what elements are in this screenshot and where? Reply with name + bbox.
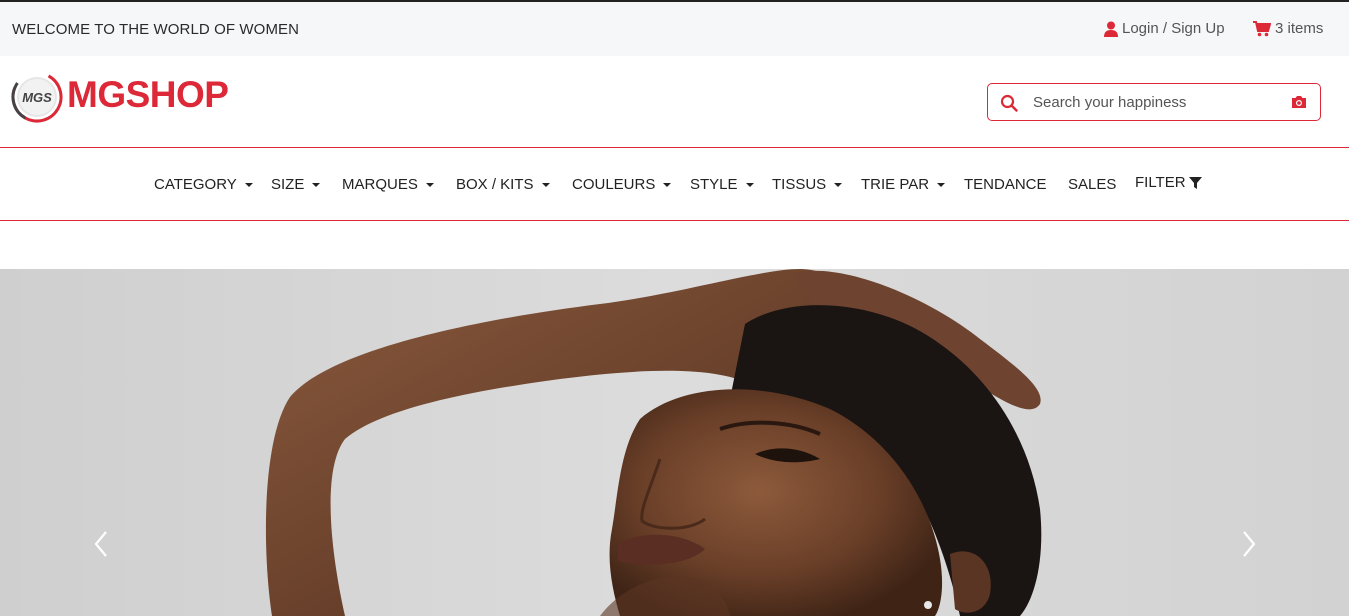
brand-name: MGSHOP xyxy=(67,74,229,115)
caret-down-icon xyxy=(244,183,253,187)
nav-label: SIZE xyxy=(271,176,305,193)
login-label: Login / Sign Up xyxy=(1122,20,1225,37)
search-input[interactable] xyxy=(1033,90,1278,114)
login-link[interactable]: Login / Sign Up xyxy=(1104,20,1225,37)
nav-label: CATEGORY xyxy=(154,176,237,193)
nav-item-style[interactable]: STYLE xyxy=(690,176,754,193)
nav-item-sales[interactable]: SALES xyxy=(1068,176,1116,193)
nav-label: TRIE PAR xyxy=(861,176,930,193)
caret-down-icon xyxy=(834,183,843,187)
caret-down-icon xyxy=(663,183,672,187)
nav-label: MARQUES xyxy=(342,176,418,193)
caret-down-icon xyxy=(745,183,754,187)
nav-item-trie-par[interactable]: TRIE PAR xyxy=(861,176,946,193)
cart-link[interactable]: 3 items xyxy=(1253,20,1323,37)
caret-down-icon xyxy=(541,183,550,187)
nav-label: COULEURS xyxy=(572,176,656,193)
main-nav: CATEGORY SIZE MARQUES BOX / KITS COULEUR… xyxy=(0,148,1349,220)
nav-item-box-kits[interactable]: BOX / KITS xyxy=(456,176,550,193)
nav-item-tendance[interactable]: TENDANCE xyxy=(964,176,1047,193)
cart-label: 3 items xyxy=(1275,20,1324,37)
brand-logo[interactable]: MGS MGSHOP xyxy=(11,71,229,123)
welcome-text: WELCOME TO THE WORLD OF WOMEN xyxy=(12,21,300,38)
search-icon[interactable] xyxy=(1000,94,1018,112)
nav-label: TENDANCE xyxy=(964,176,1047,193)
carousel-prev-icon[interactable] xyxy=(92,529,112,559)
caret-down-icon xyxy=(425,183,434,187)
nav-item-filter[interactable]: FILTER xyxy=(1135,174,1202,191)
carousel-next-icon[interactable] xyxy=(1238,529,1258,559)
nav-bottom-border xyxy=(0,220,1349,221)
logo-badge-icon: MGS xyxy=(11,71,63,123)
top-bar: WELCOME TO THE WORLD OF WOMEN Login / Si… xyxy=(0,2,1349,56)
camera-icon[interactable] xyxy=(1291,95,1307,109)
nav-item-marques[interactable]: MARQUES xyxy=(342,176,434,193)
filter-icon xyxy=(1188,176,1202,189)
nav-item-category[interactable]: CATEGORY xyxy=(154,176,253,193)
user-icon xyxy=(1104,21,1118,37)
hero-carousel[interactable] xyxy=(0,269,1349,616)
hero-image xyxy=(0,269,1349,616)
nav-label: TISSUS xyxy=(772,176,827,193)
logo-badge-text: MGS xyxy=(22,90,52,105)
nav-item-couleurs[interactable]: COULEURS xyxy=(572,176,672,193)
nav-label: STYLE xyxy=(690,176,738,193)
search-box xyxy=(987,83,1321,121)
nav-label: FILTER xyxy=(1135,174,1186,191)
nav-label: SALES xyxy=(1068,176,1117,193)
caret-down-icon xyxy=(937,183,946,187)
nav-label: BOX / KITS xyxy=(456,176,534,193)
nav-item-size[interactable]: SIZE xyxy=(271,176,321,193)
nav-item-tissus[interactable]: TISSUS xyxy=(772,176,843,193)
cart-icon xyxy=(1253,20,1271,36)
caret-down-icon xyxy=(312,183,321,187)
